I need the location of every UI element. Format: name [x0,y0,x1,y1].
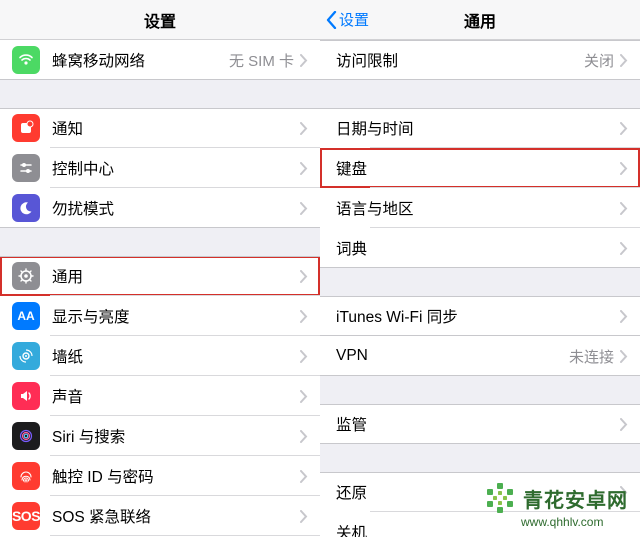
general-icon [12,262,40,290]
chevron-right-icon [300,270,308,283]
row-dictionary[interactable]: 词典 [320,228,640,268]
chevron-right-icon [300,350,308,363]
chevron-right-icon [300,310,308,323]
sound-icon [12,382,40,410]
row-detail: 未连接 [569,346,614,367]
control-center-icon [12,154,40,182]
touchid-icon [12,462,40,490]
row-cellular[interactable]: 蜂窝移动网络 无 SIM 卡 [0,40,320,80]
row-restrictions[interactable]: 访问限制 关闭 [320,40,640,80]
row-label: 勿扰模式 [52,197,300,219]
row-label: 蜂窝移动网络 [52,49,229,71]
row-dnd[interactable]: 勿扰模式 [0,188,320,228]
chevron-right-icon [300,122,308,135]
row-label: 显示与亮度 [52,305,300,327]
row-label: 访问限制 [336,49,584,71]
row-shutdown[interactable]: 关机 [320,512,640,537]
row-detail: 关闭 [584,50,614,71]
chevron-right-icon [620,202,628,215]
chevron-right-icon [300,430,308,443]
row-detail: 无 SIM 卡 [229,50,294,71]
dnd-icon [12,194,40,222]
row-label: 墙纸 [52,345,300,367]
row-label: 声音 [52,385,300,407]
row-label: 键盘 [336,157,620,179]
chevron-left-icon [326,11,337,29]
navbar-right: 设置 通用 [320,0,640,40]
chevron-right-icon [300,54,308,67]
row-label: 控制中心 [52,157,300,179]
chevron-right-icon [300,202,308,215]
row-sound[interactable]: 声音 [0,376,320,416]
row-siri[interactable]: Siri 与搜索 [0,416,320,456]
chevron-right-icon [620,162,628,175]
settings-pane-left: 设置 蜂窝移动网络 无 SIM 卡 通知 [0,0,320,537]
chevron-right-icon [620,310,628,323]
chevron-right-icon [300,390,308,403]
row-label: 通用 [52,265,300,287]
chevron-right-icon [620,54,628,67]
row-general[interactable]: 通用 [0,256,320,296]
row-label: 还原 [336,481,620,503]
row-label: SOS 紧急联络 [52,505,300,527]
nav-title-right: 通用 [464,8,496,32]
nav-back-button[interactable]: 设置 [326,9,369,30]
chevron-right-icon [620,242,628,255]
chevron-right-icon [620,350,628,363]
row-label: 触控 ID 与密码 [52,465,300,487]
row-vpn[interactable]: VPN 未连接 [320,336,640,376]
nav-back-label: 设置 [339,9,369,30]
row-label: 词典 [336,237,620,259]
row-label: 通知 [52,117,300,139]
row-label: Siri 与搜索 [52,425,300,447]
general-pane-right: 设置 通用 访问限制 关闭 日期与时间 键盘 语言与地区 [320,0,640,537]
chevron-right-icon [620,486,628,499]
row-label: 语言与地区 [336,197,620,219]
chevron-right-icon [300,470,308,483]
row-sos[interactable]: SOS SOS 紧急联络 [0,496,320,536]
row-keyboard[interactable]: 键盘 [320,148,640,188]
row-datetime[interactable]: 日期与时间 [320,108,640,148]
cellular-icon [12,46,40,74]
general-list-right: 访问限制 关闭 日期与时间 键盘 语言与地区 词典 [320,40,640,537]
row-label: 关机 [336,521,628,537]
notifications-icon [12,114,40,142]
row-label: VPN [336,347,569,365]
row-itunes-sync[interactable]: iTunes Wi-Fi 同步 [320,296,640,336]
row-label: 监管 [336,413,620,435]
row-label: iTunes Wi-Fi 同步 [336,305,620,327]
nav-title-left: 设置 [144,8,176,32]
row-language-region[interactable]: 语言与地区 [320,188,640,228]
chevron-right-icon [300,162,308,175]
wallpaper-icon [12,342,40,370]
chevron-right-icon [620,418,628,431]
row-label: 日期与时间 [336,117,620,139]
settings-list-left: 蜂窝移动网络 无 SIM 卡 通知 控制中心 [0,40,320,537]
row-control-center[interactable]: 控制中心 [0,148,320,188]
sos-icon: SOS [12,502,40,530]
row-supervision[interactable]: 监管 [320,404,640,444]
row-reset[interactable]: 还原 [320,472,640,512]
display-icon: AA [12,302,40,330]
row-touchid[interactable]: 触控 ID 与密码 [0,456,320,496]
row-display[interactable]: AA 显示与亮度 [0,296,320,336]
row-wallpaper[interactable]: 墙纸 [0,336,320,376]
chevron-right-icon [620,122,628,135]
siri-icon [12,422,40,450]
row-notifications[interactable]: 通知 [0,108,320,148]
chevron-right-icon [300,510,308,523]
navbar-left: 设置 [0,0,320,40]
